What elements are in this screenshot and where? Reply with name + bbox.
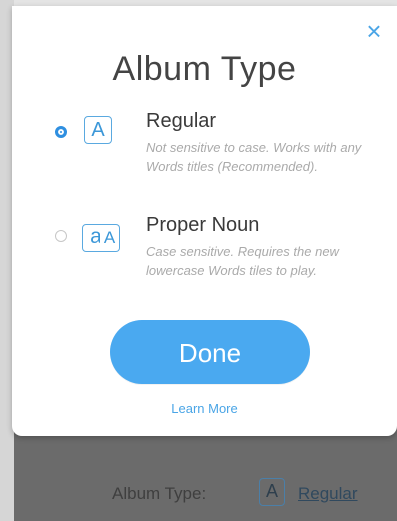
proper-noun-badge-icon: a A: [82, 224, 122, 254]
option-regular-title: Regular: [146, 110, 217, 132]
close-icon[interactable]: ×: [361, 18, 387, 44]
album-type-dialog: × Album Type A Regular Not sensitive to …: [12, 6, 397, 436]
done-button[interactable]: Done: [110, 320, 310, 384]
radio-unselected-icon[interactable]: [55, 230, 67, 242]
option-proper-noun-title: Proper Noun: [146, 214, 260, 236]
dialog-title: Album Type: [112, 50, 297, 88]
option-regular-description: Not sensitive to case. Works with any Wo…: [146, 140, 362, 174]
option-proper-noun-description: Case sensitive. Requires the new lowerca…: [146, 244, 339, 278]
footer-album-type-label: Album Type:: [112, 484, 207, 503]
radio-selected-icon[interactable]: [55, 126, 67, 138]
learn-more-link[interactable]: Learn More: [12, 401, 397, 416]
footer-album-type-link[interactable]: Regular: [298, 484, 358, 504]
footer-badge-icon: A: [259, 478, 285, 506]
regular-badge-icon: A: [84, 116, 112, 144]
proper-noun-badge-upper: A: [100, 224, 120, 252]
